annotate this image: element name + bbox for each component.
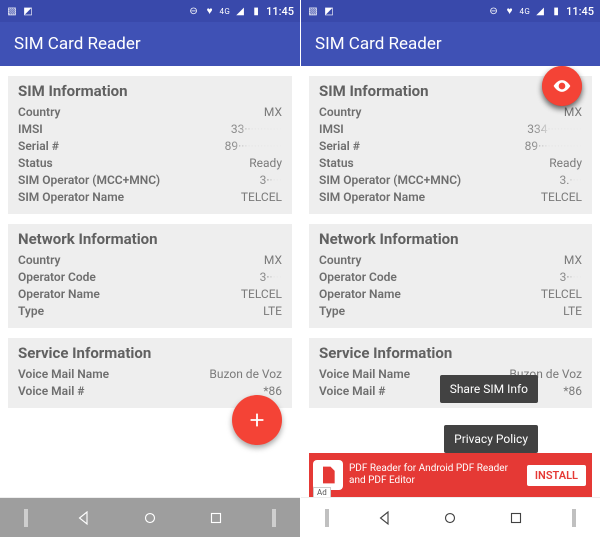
nav-home-icon[interactable] bbox=[441, 509, 459, 527]
ad-install-button[interactable]: INSTALL bbox=[527, 465, 586, 486]
fab-add[interactable] bbox=[232, 395, 282, 445]
nav-bar bbox=[0, 497, 300, 537]
nav-edge-left bbox=[325, 509, 329, 527]
network-information-card: Network Information CountryMX Operator C… bbox=[309, 224, 592, 328]
section-title: SIM Information bbox=[18, 82, 282, 100]
clock-text: 11:45 bbox=[266, 5, 294, 18]
status-bar: ▧ ◩ ⊖ ♥ 4G ◢ ▮ 11:45 bbox=[0, 0, 300, 22]
nav-home-icon[interactable] bbox=[141, 509, 159, 527]
status-bar: ▧ ◩ ⊖ ♥ 4G ◢ ▮ 11:45 bbox=[301, 0, 600, 22]
dnd-icon: ⊖ bbox=[488, 5, 500, 17]
nav-bar bbox=[301, 497, 600, 537]
network-information-card: Network Information CountryMX Operator C… bbox=[8, 224, 292, 328]
app-title: SIM Card Reader bbox=[14, 34, 141, 54]
content-area: SIM Information CountryMX IMSI33········… bbox=[0, 66, 300, 497]
screenshot-icon: ◩ bbox=[323, 5, 335, 17]
section-title: Service Information bbox=[319, 344, 582, 362]
section-title: Network Information bbox=[18, 230, 282, 248]
ad-text: PDF Reader for Android PDF Reader and PD… bbox=[349, 463, 527, 487]
picture-icon: ▧ bbox=[307, 5, 319, 17]
screenshot-icon: ◩ bbox=[22, 5, 34, 17]
section-title: Service Information bbox=[18, 344, 282, 362]
sim-information-card: SIM Information CountryMX IMSI33········… bbox=[8, 76, 292, 214]
pdf-icon bbox=[313, 460, 343, 490]
battery-icon: ▮ bbox=[550, 5, 562, 17]
nav-edge-right bbox=[272, 509, 276, 527]
phone-right: ▧ ◩ ⊖ ♥ 4G ◢ ▮ 11:45 SIM Card Reader SIM… bbox=[300, 0, 600, 537]
ad-banner[interactable]: PDF Reader for Android PDF Reader and PD… bbox=[309, 453, 592, 497]
nav-recent-icon[interactable] bbox=[207, 509, 225, 527]
nav-back-icon[interactable] bbox=[376, 509, 394, 527]
fab-share-label: Share SIM Info bbox=[440, 375, 538, 403]
network-label: 4G bbox=[220, 7, 231, 16]
network-label: 4G bbox=[520, 7, 531, 16]
content-area: SIM Information CountryMX IMSI334·······… bbox=[301, 66, 600, 497]
section-title: Network Information bbox=[319, 230, 582, 248]
picture-icon: ▧ bbox=[6, 5, 18, 17]
clock-text: 11:45 bbox=[566, 5, 594, 18]
nav-back-icon[interactable] bbox=[75, 509, 93, 527]
fab-privacy[interactable] bbox=[542, 66, 582, 106]
fab-privacy-label: Privacy Policy bbox=[444, 425, 538, 453]
nav-recent-icon[interactable] bbox=[507, 509, 525, 527]
nav-edge-left bbox=[24, 509, 28, 527]
app-title: SIM Card Reader bbox=[315, 34, 442, 54]
battery-icon: ▮ bbox=[250, 5, 262, 17]
app-bar: SIM Card Reader bbox=[301, 22, 600, 66]
app-bar: SIM Card Reader bbox=[0, 22, 300, 66]
phone-left: ▧ ◩ ⊖ ♥ 4G ◢ ▮ 11:45 SIM Card Reader SIM… bbox=[0, 0, 300, 537]
signal-icon: ◢ bbox=[234, 5, 246, 17]
signal-icon: ◢ bbox=[534, 5, 546, 17]
heart-icon: ♥ bbox=[504, 5, 516, 17]
dnd-icon: ⊖ bbox=[188, 5, 200, 17]
heart-icon: ♥ bbox=[204, 5, 216, 17]
nav-edge-right bbox=[572, 509, 576, 527]
